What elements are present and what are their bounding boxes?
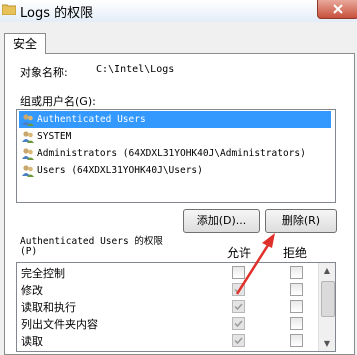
permission-row: 读取和执行: [17, 297, 317, 315]
group-user-list[interactable]: Authenticated Users SYSTEM Administrator…: [16, 109, 336, 203]
check-icon: [234, 286, 243, 294]
list-item[interactable]: Administrators (64XDXL31YOHK40J\Administ…: [19, 145, 331, 162]
permission-name: 列出文件夹内容: [21, 318, 98, 331]
add-button[interactable]: 添加(D)...: [183, 209, 260, 233]
deny-header: 拒绝: [283, 246, 308, 260]
permissions-table: 完全控制 修改 读取和执行 列出文件夹内容 读取 ▲ ▼: [16, 262, 336, 352]
close-icon: [333, 4, 343, 14]
allow-header: 允许: [227, 246, 252, 260]
users-icon: [22, 113, 34, 126]
scroll-down-icon[interactable]: ▼: [320, 336, 334, 351]
folder-icon: [2, 4, 16, 15]
permissions-scrollbar[interactable]: ▲ ▼: [318, 263, 335, 351]
allow-checkbox[interactable]: [232, 266, 245, 279]
object-name-label: 对象名称:: [20, 66, 68, 79]
permission-row: 完全控制: [17, 263, 317, 281]
scroll-up-icon[interactable]: ▲: [320, 263, 334, 278]
list-item-label: Users (64XDXL31YOHK40J\Users): [37, 165, 203, 176]
permission-name: 读取和执行: [21, 301, 76, 314]
permission-row: 列出文件夹内容: [17, 314, 317, 332]
list-item-label: Administrators (64XDXL31YOHK40J\Administ…: [37, 148, 306, 159]
groups-label: 组或用户名(G):: [20, 95, 96, 108]
deny-checkbox[interactable]: [290, 317, 303, 330]
deny-checkbox[interactable]: [290, 283, 303, 296]
window-title: Logs 的权限: [20, 6, 94, 21]
list-item[interactable]: Users (64XDXL31YOHK40J\Users): [19, 162, 331, 179]
check-icon: [234, 320, 243, 328]
allow-checkbox[interactable]: [232, 334, 245, 347]
check-icon: [234, 337, 243, 345]
scroll-thumb[interactable]: [321, 281, 335, 317]
close-button[interactable]: [317, 0, 357, 19]
deny-checkbox[interactable]: [290, 266, 303, 279]
permission-row: 读取: [17, 331, 317, 349]
deny-checkbox[interactable]: [290, 334, 303, 347]
permission-row: 修改: [17, 280, 317, 298]
permissions-title: Authenticated Users 的权限: [20, 236, 163, 247]
permission-name: 读取: [21, 335, 43, 348]
allow-checkbox[interactable]: [232, 300, 245, 313]
title-bar: Logs 的权限: [0, 0, 357, 22]
remove-button[interactable]: 删除(R): [265, 209, 337, 233]
permission-name: 修改: [21, 284, 43, 297]
list-item[interactable]: SYSTEM: [19, 128, 331, 145]
tab-security[interactable]: 安全: [4, 33, 46, 54]
allow-checkbox[interactable]: [232, 317, 245, 330]
list-item-label: Authenticated Users: [37, 114, 146, 125]
allow-checkbox[interactable]: [232, 283, 245, 296]
permissions-title-suffix: (P): [20, 246, 38, 257]
list-item[interactable]: Authenticated Users: [19, 111, 331, 128]
users-icon: [22, 147, 34, 160]
permission-name: 完全控制: [21, 267, 65, 280]
object-name-value: C:\Intel\Logs: [96, 64, 175, 75]
deny-checkbox[interactable]: [290, 300, 303, 313]
check-icon: [234, 303, 243, 311]
users-icon: [22, 164, 34, 177]
users-icon: [22, 130, 34, 143]
list-item-label: SYSTEM: [37, 131, 72, 142]
